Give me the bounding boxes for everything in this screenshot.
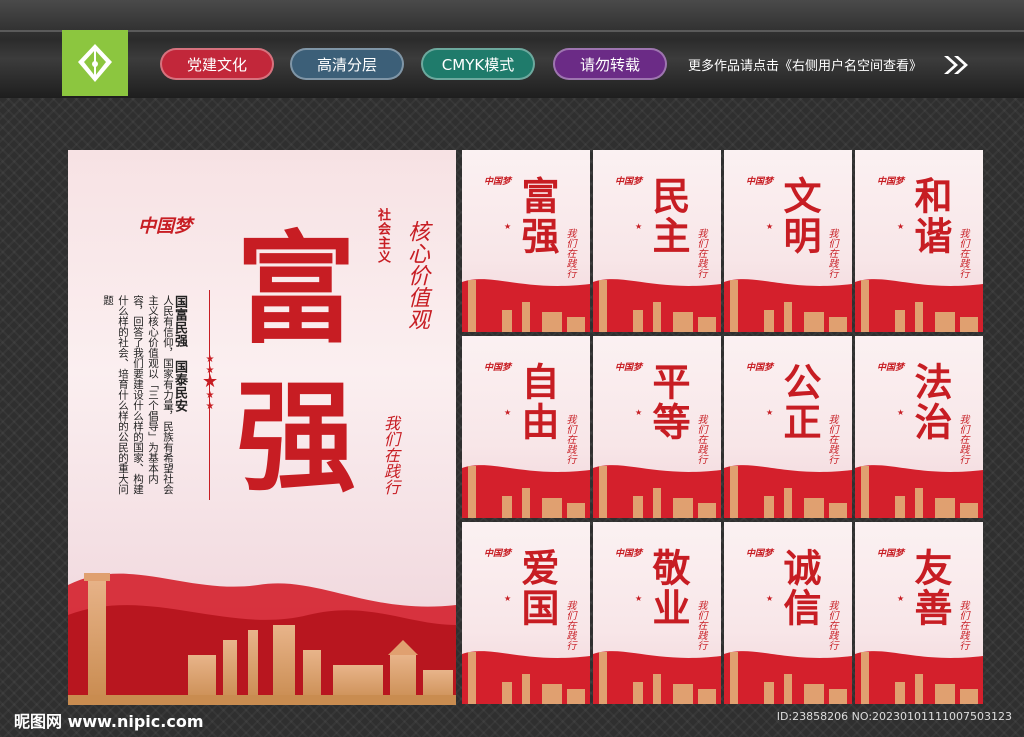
small-poster-11: 中国梦 诚信 ★ 我们在践行 [724,522,852,704]
small-poster-8: 中国梦 法治 ★ 我们在践行 [855,336,983,518]
core-values-calligraphy: 核心价值观 [404,220,429,330]
calligraphy-signature: 我们在践行 [695,414,706,464]
small-poster-7: 中国梦 公正 ★ 我们在践行 [724,336,852,518]
red-flag-skyline-illustration [855,279,983,332]
small-poster-4: 中国梦 和谐 ★ 我们在践行 [855,150,983,332]
calligraphy-signature: 我们在践行 [957,414,968,464]
china-dream-logo: 中国梦 [484,177,512,187]
calligraphy-signature: 我们在践行 [381,415,400,495]
china-dream-logo: 中国梦 [484,549,512,559]
tag-hd-layers[interactable]: 高清分层 [290,48,404,80]
red-flag-skyline-illustration [593,651,721,704]
star-icon: ★ [635,408,643,417]
red-flag-skyline-illustration [724,465,852,518]
red-flag-skyline-illustration [593,465,721,518]
small-poster-12: 中国梦 友善 ★ 我们在践行 [855,522,983,704]
small-poster-title: 自由 [515,362,560,442]
small-poster-title: 友善 [908,548,953,628]
red-flag-skyline-illustration [593,279,721,332]
double-arrow-right-icon[interactable] [942,54,970,76]
small-poster-title: 爱国 [515,548,560,628]
small-poster-title: 民主 [646,176,691,256]
china-dream-logo: 中国梦 [615,177,643,187]
china-dream-logo: 中国梦 [877,363,905,373]
small-poster-title: 平等 [646,362,691,442]
small-poster-9: 中国梦 爱国 ★ 我们在践行 [462,522,590,704]
calligraphy-signature: 我们在践行 [564,228,575,278]
poster-title-char-2: 强 [236,367,356,508]
star-icon: ★ [635,594,643,603]
small-poster-title: 法治 [908,362,953,442]
star-icon: ★ [504,408,512,417]
tag-no-repost[interactable]: 请勿转载 [553,48,667,80]
small-poster-5: 中国梦 自由 ★ 我们在践行 [462,336,590,518]
star-icon: ★ [766,408,774,417]
pen-nib-icon [78,44,112,82]
small-poster-10: 中国梦 敬业 ★ 我们在践行 [593,522,721,704]
poster-title-char-1: 富 [236,219,356,360]
calligraphy-signature: 我们在践行 [826,414,837,464]
star-icon: ★ [635,222,643,231]
china-dream-logo: 中国梦 [484,363,512,373]
china-dream-logo: 中国梦 [746,177,774,187]
red-flag-skyline-illustration [462,651,590,704]
china-dream-logo: 中国梦 [138,216,192,237]
calligraphy-signature: 我们在践行 [957,228,968,278]
star-icon: ★ [766,594,774,603]
red-flag-skyline-illustration [68,573,456,705]
calligraphy-signature: 我们在践行 [826,228,837,278]
red-flag-skyline-illustration [855,465,983,518]
red-flag-skyline-illustration [855,651,983,704]
stars-decoration: ★ ★ ★ ★ ★ [202,354,219,412]
china-dream-logo: 中国梦 [746,549,774,559]
star-icon: ★ [897,408,905,417]
more-works-link[interactable]: 更多作品请点击《右侧用户名空间查看》 [688,55,922,74]
calligraphy-signature: 我们在践行 [564,414,575,464]
star-icon: ★ [766,222,774,231]
small-poster-title: 文明 [777,176,822,256]
core-values-label: 社会主义 [375,208,390,264]
tag-party-culture[interactable]: 党建文化 [160,48,274,80]
calligraphy-signature: 我们在践行 [826,600,837,650]
small-poster-title: 富强 [515,176,560,256]
red-flag-skyline-illustration [462,465,590,518]
china-dream-logo: 中国梦 [615,549,643,559]
star-icon: ★ [504,594,512,603]
calligraphy-signature: 我们在践行 [564,600,575,650]
china-dream-logo: 中国梦 [746,363,774,373]
china-dream-logo: 中国梦 [877,177,905,187]
small-poster-title: 诚信 [777,548,822,628]
small-poster-6: 中国梦 平等 ★ 我们在践行 [593,336,721,518]
star-icon: ★ [897,594,905,603]
small-poster-3: 中国梦 文明 ★ 我们在践行 [724,150,852,332]
small-poster-1: 中国梦 富强 ★ 我们在践行 [462,150,590,332]
poster-body-text: 人民有信仰，国家有力量，民族有希望社会主义核心价值观以「三个倡导」为基本内容，回… [102,295,174,495]
tag-cmyk[interactable]: CMYK模式 [421,48,535,80]
star-icon: ★ [504,222,512,231]
small-poster-title: 公正 [777,362,822,442]
top-banner: 党建文化 高清分层 CMYK模式 请勿转载 更多作品请点击《右侧用户名空间查看》 [0,0,1024,98]
small-poster-title: 敬业 [646,548,691,628]
site-watermark: 昵图网 www.nipic.com [14,712,204,731]
calligraphy-signature: 我们在践行 [957,600,968,650]
site-logo[interactable] [62,30,128,96]
small-poster-2: 中国梦 民主 ★ 我们在践行 [593,150,721,332]
calligraphy-signature: 我们在践行 [695,228,706,278]
main-poster: 中国梦 社会主义 核心价值观 富 强 国富民强 国泰民安 人民有信仰，国家有力量… [68,150,456,705]
china-dream-logo: 中国梦 [877,549,905,559]
red-flag-skyline-illustration [462,279,590,332]
calligraphy-signature: 我们在践行 [695,600,706,650]
star-icon: ★ [897,222,905,231]
red-flag-skyline-illustration [724,651,852,704]
china-dream-logo: 中国梦 [615,363,643,373]
small-poster-title: 和谐 [908,176,953,256]
red-flag-skyline-illustration [724,279,852,332]
image-id-text: ID:23858206 NO:20230101111007503123 [776,710,1012,723]
